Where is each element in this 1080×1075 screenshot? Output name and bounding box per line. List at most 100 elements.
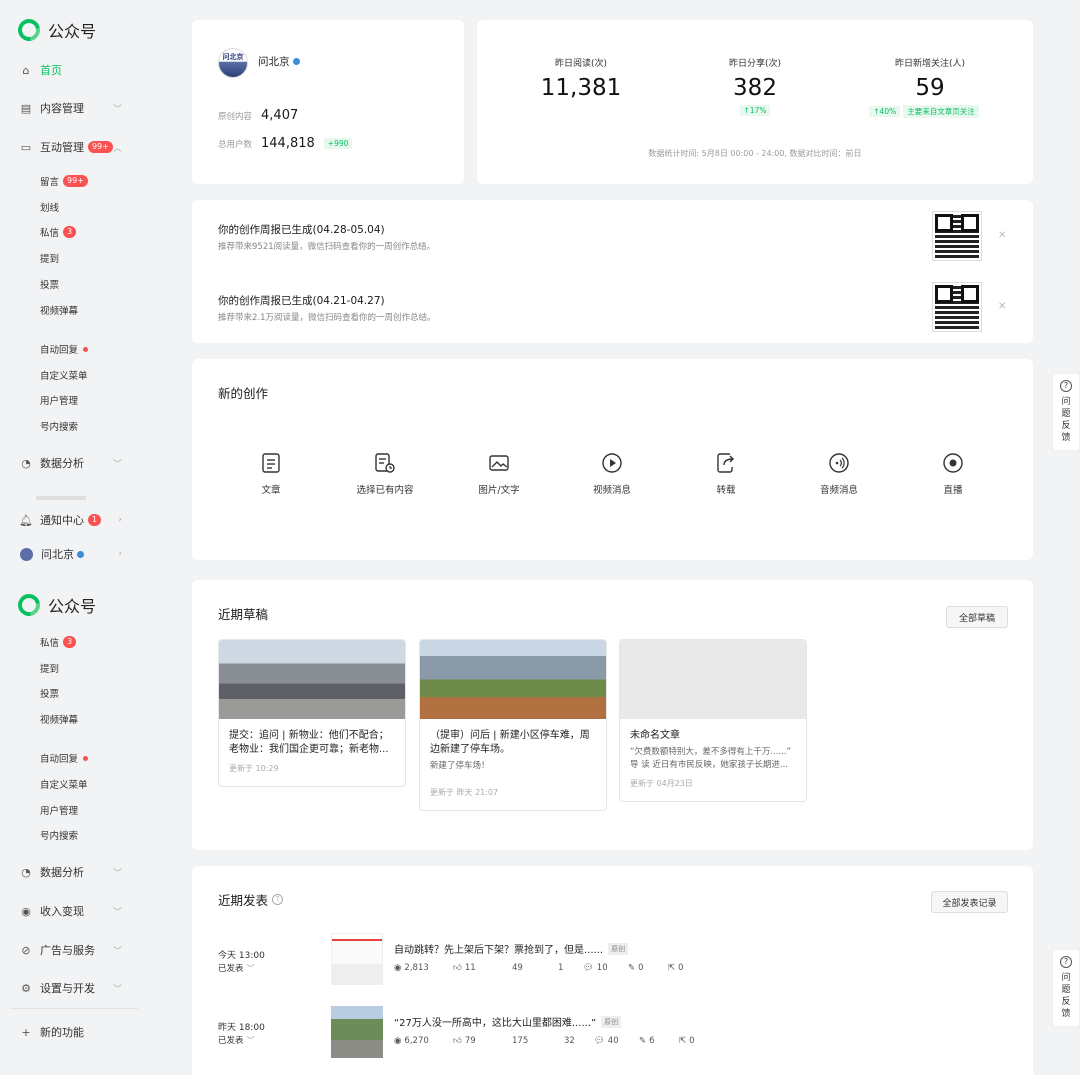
nav-new-features[interactable]: + 新的功能: [20, 1023, 130, 1041]
sub-user-management[interactable]: 用户管理: [40, 393, 78, 407]
sub-custom-menu[interactable]: 自定义菜单: [40, 368, 88, 382]
report-item[interactable]: 你的创作周报已生成(04.28-05.04) 推荐带来9521阅读量，微信扫码查…: [218, 222, 435, 252]
report-item[interactable]: 你的创作周报已生成(04.21-04.27) 推荐带来2.1万阅读量，微信扫码查…: [218, 293, 436, 323]
sub-search-label: 号内搜索: [40, 422, 79, 433]
feedback-button[interactable]: ? 问 题 反 馈: [1052, 373, 1080, 451]
sidebar: 公众号 ⌂ 首页 ▤ 内容管理 ﹀ ▭ 互动管理 99+ ︿ 留言 99+ 划线 …: [0, 0, 140, 1075]
nav-interaction[interactable]: ▭ 互动管理 99+ ︿: [20, 138, 130, 156]
draft-desc: “欠费数额特别大，差不多得有上千万......” 导 读 近日有市民反映，她家孩…: [630, 747, 792, 770]
verified-icon: [77, 550, 84, 558]
close-icon[interactable]: ✕: [998, 230, 1006, 241]
question-icon: ?: [1060, 956, 1072, 968]
comments-badge: 99+: [63, 175, 88, 187]
repost-button[interactable]: 转载: [681, 452, 771, 496]
video-message-button[interactable]: 视频消息: [567, 452, 657, 496]
users-label: 总用户数: [218, 139, 253, 150]
nav-content-management[interactable]: ▤ 内容管理 ﹀: [20, 99, 130, 117]
help-icon[interactable]: ?: [272, 894, 284, 905]
brand-logo[interactable]: 公众号: [13, 14, 96, 46]
sub-auto-reply[interactable]: 自动回复: [40, 342, 89, 356]
sub-mentions-label: 提到: [40, 664, 60, 675]
stat-follows-title: 昨日新增关注(人): [894, 59, 966, 69]
sub-in-account-search[interactable]: 号内搜索: [40, 419, 78, 433]
draft-card[interactable]: 提交：追问 | 新物业：他们不配合；老物业：我们国企更可靠；新老物... 更新于…: [218, 639, 406, 787]
live-icon: [942, 452, 964, 474]
draft-card[interactable]: （提审）问后 | 新建小区停车难，周边新建了停车场。 新建了停车场！ 更新于 昨…: [419, 639, 607, 811]
sub-votes[interactable]: 投票: [40, 277, 59, 291]
comments-value: 40: [607, 1036, 619, 1046]
image-text-button[interactable]: 图片/文字: [454, 452, 544, 496]
publish-status[interactable]: 已发表 ﹀: [218, 1034, 255, 1046]
nav-ads-services[interactable]: ⊘ 广告与服务 ﹀: [20, 941, 130, 959]
edits-value: 0: [638, 963, 644, 973]
sub-highlight[interactable]: 划线: [40, 200, 59, 214]
thumbs-up-icon: 👍︎: [453, 963, 462, 973]
sub-in-account-search[interactable]: 号内搜索: [40, 828, 78, 842]
play-icon: [601, 452, 623, 474]
nav-notify-label: 通知中心: [40, 514, 84, 527]
create-article-button[interactable]: 文章: [226, 452, 316, 496]
article-title-row: 自动跳转？先上架后下架？票抢到了，但是...... 原创: [394, 941, 629, 956]
published-row[interactable]: 今天 13:00 已发表 ﹀ 自动跳转？先上架后下架？票抢到了，但是......…: [218, 933, 1007, 993]
pen-icon: ✎: [628, 963, 636, 973]
compass-icon: ⊘: [21, 943, 31, 957]
chevron-right-icon: ›: [118, 549, 122, 559]
nav-interaction-label: 互动管理: [40, 141, 84, 154]
stat-reads-value: 11,381: [540, 75, 622, 101]
live-stream-button[interactable]: 直播: [908, 452, 998, 496]
sub-comments-label: 留言: [40, 177, 60, 188]
all-published-button[interactable]: 全部发表记录: [931, 891, 1008, 913]
sub-video-danmaku[interactable]: 视频弹幕: [40, 303, 78, 317]
nav-monetization[interactable]: ◉ 收入变现 ﹀: [20, 902, 130, 920]
published-row[interactable]: 昨天 18:00 已发表 ﹀ “27万人没一所高中，这比大山里都困难......…: [218, 1006, 1007, 1066]
stat-shares-delta: ↑17%: [739, 105, 771, 116]
sub-comments[interactable]: 留言 99+: [40, 174, 88, 188]
draft-updated: 更新于 04月23日: [630, 779, 693, 788]
feedback-button[interactable]: ? 问 题 反 馈: [1052, 949, 1080, 1027]
qr-code: [932, 211, 982, 261]
nav-account-label: 问北京: [41, 548, 74, 561]
total-users-row: 总用户数 144,818 +990: [218, 136, 353, 151]
all-drafts-button[interactable]: 全部草稿: [946, 606, 1008, 628]
nav-data-analysis[interactable]: ◔ 数据分析 ﹀: [20, 863, 130, 881]
audio-message-button[interactable]: 音频消息: [794, 452, 884, 496]
article-icon: [260, 452, 282, 474]
account-avatar[interactable]: 问北京: [218, 48, 248, 78]
sub-custom-menu[interactable]: 自定义菜单: [40, 777, 88, 791]
nav-data-analysis[interactable]: ◔ 数据分析 ﹀: [20, 454, 130, 472]
bell-icon: 🔔︎: [19, 513, 33, 527]
nav-account[interactable]: 问北京 ›: [20, 545, 130, 563]
article-thumbnail: [331, 1006, 383, 1058]
original-content-row: 原创内容 4,407: [218, 108, 298, 123]
nav-home[interactable]: ⌂ 首页: [20, 61, 130, 79]
article-title: “27万人没一所高中，这比大山里都困难......”: [394, 1018, 597, 1029]
interaction-badge: 99+: [88, 141, 113, 153]
sub-votes[interactable]: 投票: [40, 686, 59, 700]
sub-mentions[interactable]: 提到: [40, 661, 59, 675]
publish-status[interactable]: 已发表 ﹀: [218, 962, 255, 974]
original-tag: 原创: [608, 942, 629, 955]
brand-logo-repeat[interactable]: 公众号: [13, 589, 96, 621]
account-avatar: [20, 547, 33, 561]
sub-messages[interactable]: 私信 3: [40, 635, 77, 649]
eye-icon: ◉: [394, 963, 402, 973]
section-title: 近期发表: [218, 893, 269, 908]
nav-notification-center[interactable]: 🔔︎ 通知中心 1 ›: [19, 511, 130, 529]
new-creation-card: 新的创作 文章 选择已有内容 图片/文字 视频消息 转载 音频消息 直播: [192, 359, 1033, 560]
sub-user-management[interactable]: 用户管理: [40, 803, 78, 817]
home-icon: ⌂: [22, 63, 30, 77]
select-existing-button[interactable]: 选择已有内容: [340, 452, 430, 496]
close-icon[interactable]: ✕: [998, 301, 1006, 312]
sub-auto-reply[interactable]: 自动回复: [40, 751, 89, 765]
sub-mentions[interactable]: 提到: [40, 251, 59, 265]
draft-updated: 更新于 昨天 21:07: [430, 788, 499, 797]
sub-messages[interactable]: 私信 3: [40, 225, 77, 239]
tool-label: 音频消息: [819, 485, 858, 496]
sub-auto-reply-label: 自动回复: [40, 754, 79, 765]
sub-video-danmaku[interactable]: 视频弹幕: [40, 712, 78, 726]
draft-card[interactable]: 未命名文章 “欠费数额特别大，差不多得有上千万......” 导 读 近日有市民…: [619, 639, 807, 802]
nav-settings-dev[interactable]: ⚙ 设置与开发 ﹀: [20, 979, 130, 997]
metric-4: 32: [564, 1036, 575, 1046]
status-label: 已发表: [218, 1036, 244, 1046]
tool-label: 转载: [716, 485, 736, 496]
